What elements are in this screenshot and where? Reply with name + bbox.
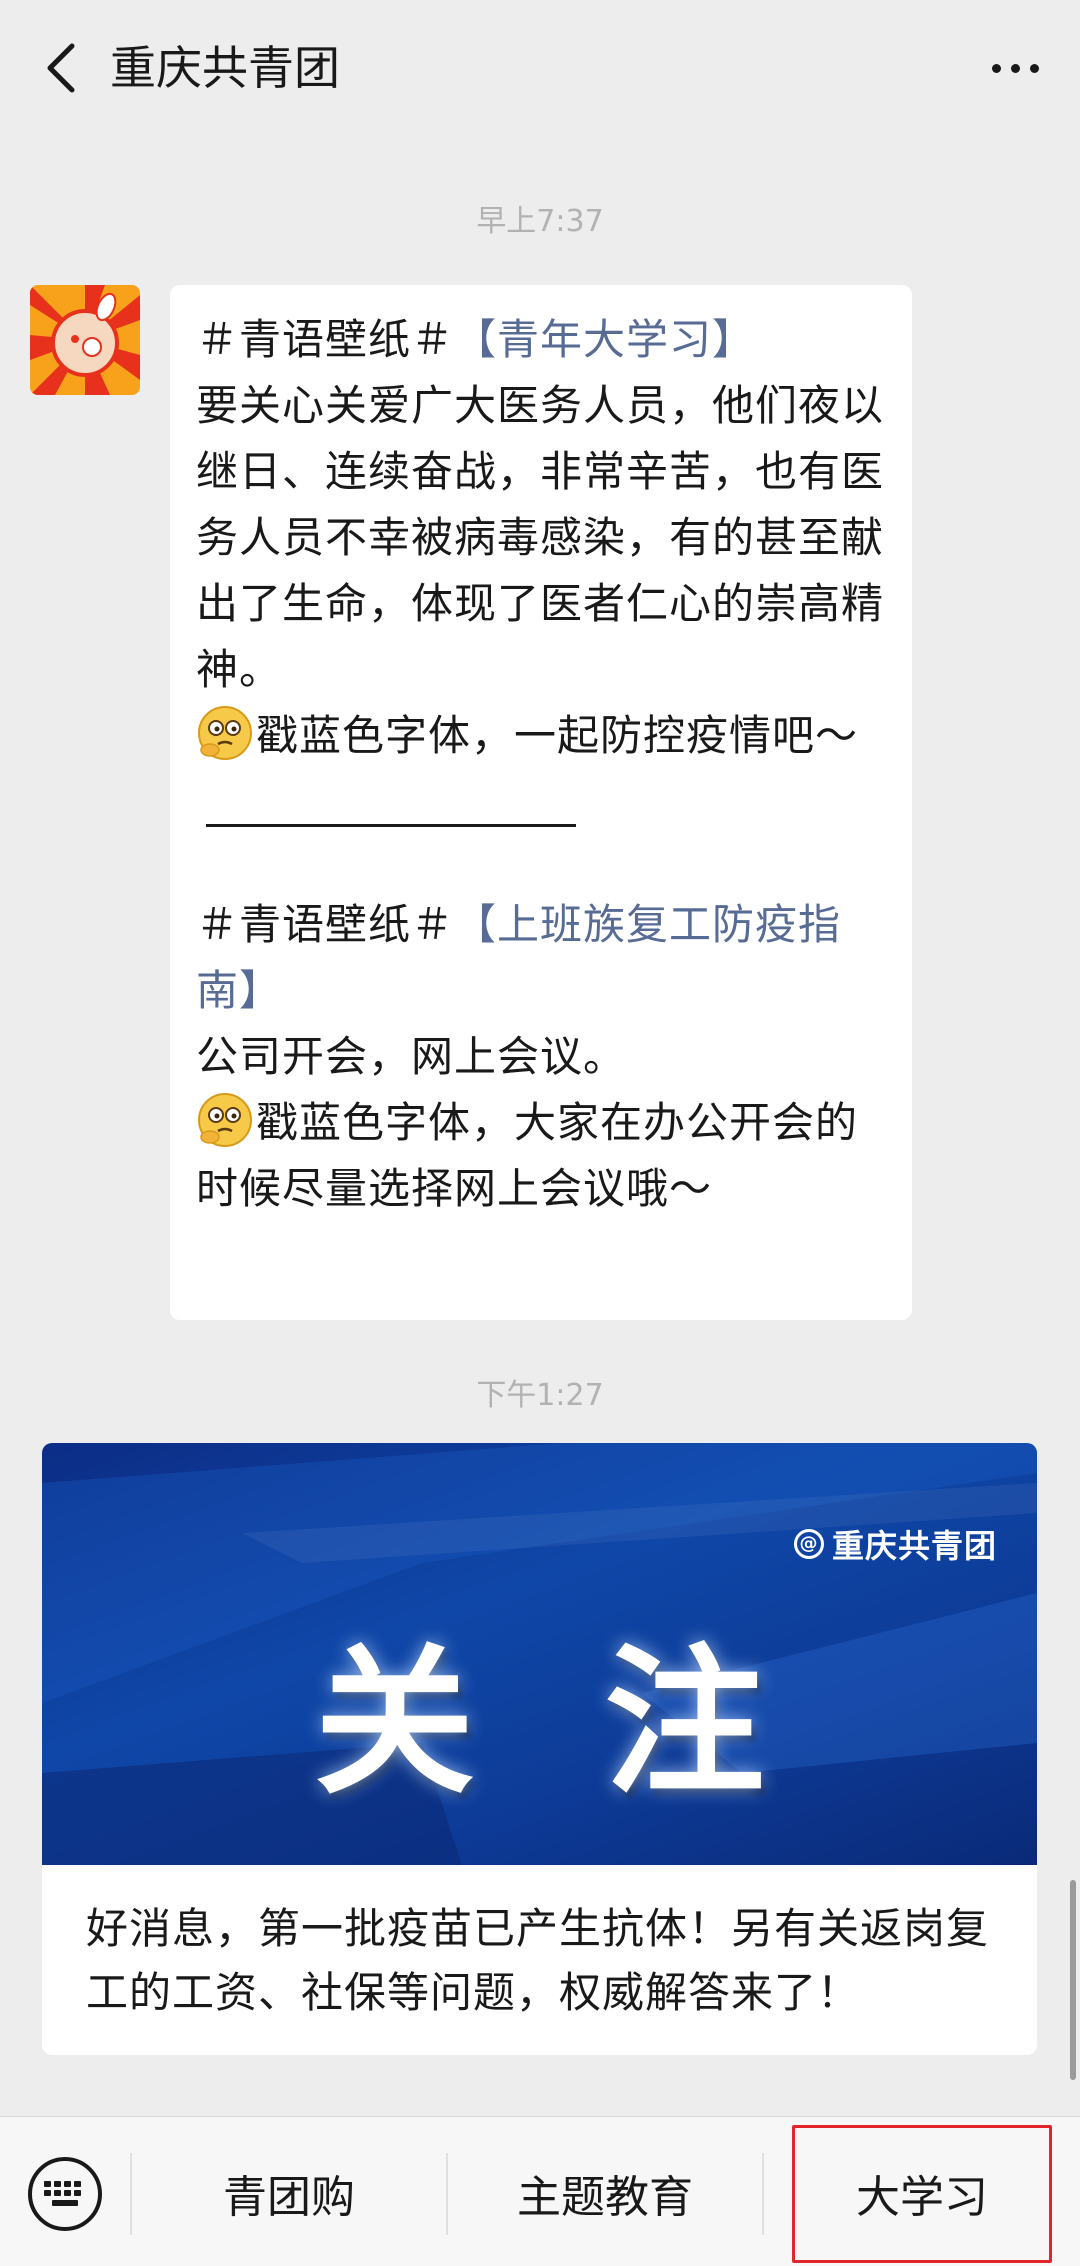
article-cover-image: @ 重庆共青团 关注 xyxy=(42,1443,1037,1865)
message-body: 公司开会，网上会议。 xyxy=(196,1032,627,1081)
keyboard-icon xyxy=(44,2181,81,2206)
message-paragraph: 戳蓝色字体，大家在办公开会的时候尽量选择网上会议哦～ xyxy=(196,1090,888,1222)
article-title: 好消息，第一批疫苗已产生抗体！另有关返岗复工的工资、社保等问题，权威解答来了！ xyxy=(86,1904,990,2017)
article-card[interactable]: @ 重庆共青团 关注 好消息，第一批疫苗已产生抗体！另有关返岗复工的工资、社保等… xyxy=(42,1443,1037,2055)
message-paragraph: 戳蓝色字体，一起防控疫情吧～ xyxy=(196,703,888,769)
menu-item-group-buy[interactable]: 青团购 xyxy=(132,2147,446,2239)
more-dots-icon xyxy=(991,63,1001,73)
more-button[interactable] xyxy=(980,38,1050,98)
timestamp: 早上7:37 xyxy=(476,204,604,239)
menu-item-theme-education[interactable]: 主题教育 xyxy=(448,2147,762,2239)
scrollbar[interactable] xyxy=(1070,1880,1076,2080)
highlight-box xyxy=(792,2125,1052,2263)
banner-title: 关注 xyxy=(314,1628,895,1816)
chat-header: 重庆共青团 xyxy=(0,0,1080,135)
chat-title: 重庆共青团 xyxy=(110,41,340,95)
weibo-at-icon: @ xyxy=(793,1529,824,1559)
message-bubble: ＃青语壁纸＃【青年大学习】 要关心关爱广大医务人员，他们夜以继日、连续奋战，非常… xyxy=(170,285,912,1320)
avatar[interactable] xyxy=(30,285,140,395)
message-paragraph: ＃青语壁纸＃【青年大学习】 xyxy=(196,315,756,364)
link-youth-study[interactable]: 【青年大学习】 xyxy=(454,315,755,364)
message-paragraph: ＃青语壁纸＃【上班族复工防疫指南】 xyxy=(196,900,842,1015)
timestamp: 下午1:27 xyxy=(476,1378,604,1413)
banner-brand: @ 重庆共青团 xyxy=(793,1521,997,1567)
thinking-emoji-icon xyxy=(198,706,252,760)
divider xyxy=(206,824,576,827)
keyboard-toggle-button[interactable] xyxy=(28,2157,102,2231)
chevron-left-icon xyxy=(47,43,75,93)
back-button[interactable] xyxy=(30,38,90,98)
message-body: 要关心关爱广大医务人员，他们夜以继日、连续奋战，非常辛苦，也有医务人员不幸被病毒… xyxy=(196,381,885,694)
thinking-emoji-icon xyxy=(198,1093,252,1147)
